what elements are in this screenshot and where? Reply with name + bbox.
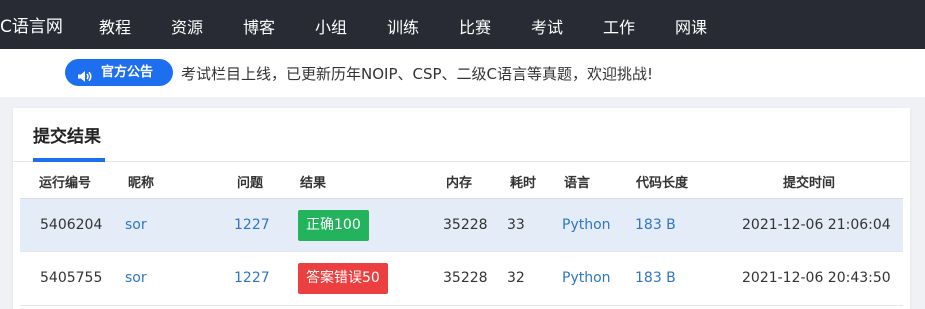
table-row: 5405755 sor 1227 答案错误50 35228 32 Python … (20, 252, 903, 306)
nav-item-training[interactable]: 训练 (387, 14, 419, 38)
submit-time: 2021-12-06 21:06:04 (742, 217, 891, 233)
header-time: 耗时 (510, 176, 537, 191)
card-title: 提交结果 (33, 127, 101, 147)
code-length-link[interactable]: 183 B (635, 270, 676, 286)
result-badge-accepted[interactable]: 正确100 (298, 210, 369, 241)
language-link[interactable]: Python (562, 217, 611, 233)
nav-item-contests[interactable]: 比赛 (459, 14, 491, 38)
code-length-link[interactable]: 183 B (635, 217, 676, 233)
top-navbar: C语言网 教程 资源 博客 小组 训练 比赛 考试 工作 网课 (0, 0, 925, 49)
nav-item-groups[interactable]: 小组 (315, 14, 347, 38)
header-language: 语言 (564, 176, 591, 191)
header-run-id: 运行编号 (39, 176, 92, 191)
time-value: 32 (507, 270, 525, 286)
submission-result-card: 提交结果 运行编号 昵称 问题 结果 内存 耗时 语言 代码长度 提交时间 54… (13, 108, 910, 309)
nav-item-exams[interactable]: 考试 (531, 14, 563, 38)
header-nickname: 昵称 (128, 176, 155, 191)
active-tab-underline (33, 158, 105, 162)
nickname-link[interactable]: sor (125, 270, 147, 286)
run-id: 5406204 (40, 217, 103, 233)
announcement-badge[interactable]: 官方公告 (65, 59, 173, 86)
header-memory: 内存 (446, 176, 473, 191)
memory-value: 35228 (443, 217, 488, 233)
result-badge-wrong-answer[interactable]: 答案错误50 (298, 263, 388, 294)
nav-item-tutorials[interactable]: 教程 (99, 14, 131, 38)
problem-link[interactable]: 1227 (234, 217, 270, 233)
nav-item-resources[interactable]: 资源 (171, 14, 203, 38)
announcement-text[interactable]: 考试栏目上线，已更新历年NOIP、CSP、二级C语言等真题，欢迎挑战! (181, 63, 653, 84)
nickname-link[interactable]: sor (125, 217, 147, 233)
card-header: 提交结果 (13, 108, 910, 162)
run-id: 5405755 (40, 270, 103, 286)
time-value: 33 (507, 217, 525, 233)
header-result: 结果 (300, 176, 327, 191)
submit-time: 2021-12-06 20:43:50 (742, 270, 891, 286)
announcement-bar: 官方公告 考试栏目上线，已更新历年NOIP、CSP、二级C语言等真题，欢迎挑战! (0, 49, 925, 97)
problem-link[interactable]: 1227 (234, 270, 270, 286)
site-brand[interactable]: C语言网 (0, 12, 63, 37)
announcement-badge-label: 官方公告 (101, 65, 154, 80)
nav-item-jobs[interactable]: 工作 (603, 14, 635, 38)
nav-item-blog[interactable]: 博客 (243, 14, 275, 38)
header-problem: 问题 (237, 176, 264, 191)
speaker-icon (77, 66, 93, 93)
memory-value: 35228 (443, 270, 488, 286)
table-row: 5406204 sor 1227 正确100 35228 33 Python 1… (20, 198, 903, 252)
header-submit-time: 提交时间 (783, 176, 836, 191)
language-link[interactable]: Python (562, 270, 611, 286)
header-code-length: 代码长度 (636, 176, 689, 191)
nav-item-courses[interactable]: 网课 (675, 14, 707, 38)
